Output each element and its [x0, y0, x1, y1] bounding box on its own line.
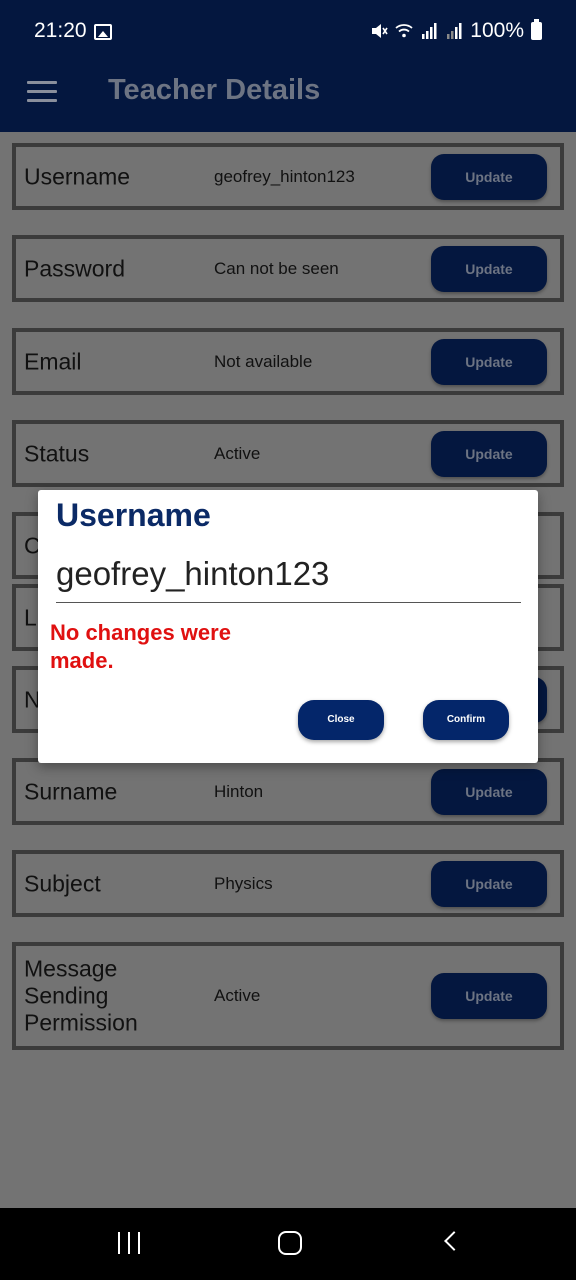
update-username-dialog: Username geofrey_hinton123 No changes we… — [38, 490, 538, 763]
gallery-icon — [94, 24, 112, 40]
update-subject-button[interactable]: Update — [431, 860, 547, 907]
row-status: Status Active Update — [12, 420, 564, 487]
home-icon[interactable] — [278, 1231, 302, 1255]
battery-percent: 100% — [470, 19, 524, 42]
row-value: Physics — [214, 873, 273, 893]
update-email-button[interactable]: Update — [431, 338, 547, 385]
row-label: Email — [24, 348, 82, 374]
system-nav-bar — [0, 1208, 576, 1280]
row-surname: Surname Hinton Update — [12, 758, 564, 825]
row-label: Message Sending Permission — [24, 955, 138, 1036]
close-button[interactable]: Close — [298, 700, 384, 740]
row-username: Username geofrey_hinton123 Update — [12, 143, 564, 210]
status-time: 21:20 — [34, 19, 87, 42]
back-icon[interactable] — [444, 1231, 464, 1251]
update-status-button[interactable]: Update — [431, 430, 547, 477]
row-value: Active — [214, 443, 261, 463]
row-label: L — [24, 604, 37, 630]
status-bar: 21:20 100% — [0, 0, 576, 60]
status-icons: 100% — [370, 19, 542, 43]
row-password: Password Can not be seen Update — [12, 235, 564, 302]
row-value: geofrey_hinton123 — [214, 166, 355, 186]
row-label: Surname — [24, 778, 118, 804]
update-username-button[interactable]: Update — [431, 153, 547, 200]
row-email: Email Not available Update — [12, 328, 564, 395]
mute-icon — [372, 24, 388, 38]
row-value: Can not be seen — [214, 258, 339, 278]
row-value: Not available — [214, 351, 313, 371]
recent-apps-icon[interactable] — [118, 1232, 140, 1254]
update-password-button[interactable]: Update — [431, 245, 547, 292]
dialog-title: Username — [56, 497, 211, 533]
update-surname-button[interactable]: Update — [431, 768, 547, 815]
confirm-button[interactable]: Confirm — [423, 700, 509, 740]
error-message: No changes were made. — [50, 620, 231, 673]
hamburger-icon[interactable] — [27, 81, 57, 103]
username-input[interactable]: geofrey_hinton123 — [56, 555, 521, 603]
row-subject: Subject Physics Update — [12, 850, 564, 917]
row-message-permission: Message Sending Permission Active Update — [12, 942, 564, 1050]
signal-icon — [422, 23, 437, 39]
row-label: Username — [24, 163, 131, 189]
row-label: Subject — [24, 870, 101, 896]
row-label: Password — [24, 255, 125, 281]
app-bar: Teacher Details — [0, 60, 576, 132]
wifi-icon — [395, 24, 413, 38]
row-value: Active — [214, 986, 261, 1005]
signal-icon — [447, 23, 462, 39]
page-title: Teacher Details — [108, 74, 321, 106]
update-message-permission-button[interactable]: Update — [431, 973, 547, 1019]
battery-icon — [531, 19, 542, 40]
row-label: Status — [24, 440, 90, 466]
row-value: Hinton — [214, 781, 264, 801]
